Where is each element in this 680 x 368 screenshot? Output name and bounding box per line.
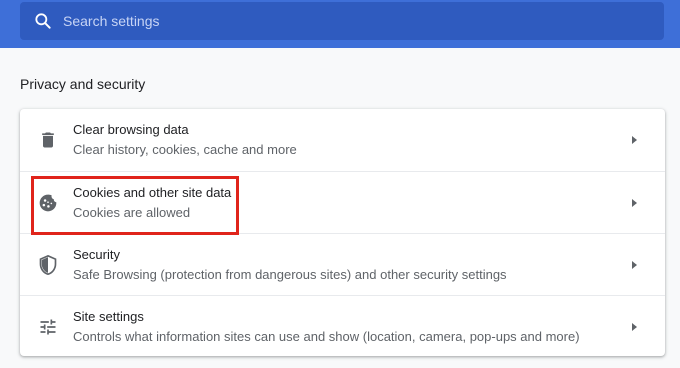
row-title: Site settings [73,309,144,324]
search-icon[interactable] [33,11,53,31]
highlight-box [31,176,239,235]
arrow-right-icon[interactable] [632,136,637,144]
row-title: Clear browsing data [73,122,189,137]
clear-browsing-data-row[interactable]: Clear browsing data Clear history, cooki… [20,109,665,171]
trash-icon [42,132,54,148]
section-title: Privacy and security [20,76,146,92]
search-input[interactable] [63,2,664,40]
top-bar [0,0,680,48]
security-row[interactable]: Security Safe Browsing (protection from … [20,233,665,295]
shield-icon [39,255,57,275]
search-box[interactable] [20,2,664,40]
row-subtitle: Safe Browsing (protection from dangerous… [73,267,507,282]
row-title: Security [73,247,120,262]
row-subtitle: Controls what information sites can use … [73,329,580,344]
site-settings-row[interactable]: Site settings Controls what information … [20,295,665,357]
row-subtitle: Clear history, cookies, cache and more [73,142,297,157]
arrow-right-icon[interactable] [632,323,637,331]
arrow-right-icon[interactable] [632,261,637,269]
arrow-right-icon[interactable] [632,199,637,207]
sliders-icon [40,319,56,335]
